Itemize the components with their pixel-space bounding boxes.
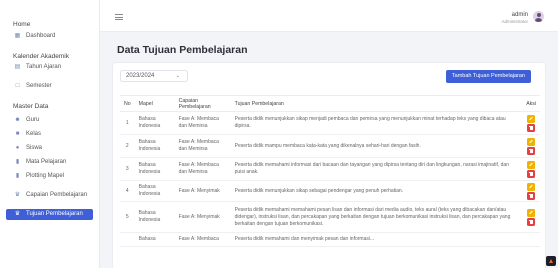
cell-tujuan: Peserta didik memahami memahami pesan li… [230, 201, 523, 233]
cell-mapel: Bahasa [134, 232, 175, 247]
cell-aksi [522, 232, 540, 247]
app-launcher-icon[interactable] [546, 256, 556, 266]
edit-icon[interactable] [527, 182, 536, 191]
cell-capaian: Fase A: Menyimak [174, 201, 231, 233]
grid-icon: ▦ [14, 33, 21, 39]
trash-icon[interactable] [527, 217, 536, 226]
edit-icon[interactable] [527, 137, 536, 146]
trash-icon[interactable] [527, 169, 536, 178]
sidebar-item-guru[interactable]: ☻ Guru [0, 116, 99, 125]
book-icon: ▮ [15, 173, 20, 179]
cell-no: 1 [120, 111, 135, 135]
sidebar-item-mata-pelajaran[interactable]: ▮ Mata Pelajaran [0, 158, 99, 167]
cell-capaian: Fase A: Membaca dan Memirsa [174, 134, 231, 158]
cell-no: 4 [120, 180, 135, 202]
cell-aksi [522, 180, 540, 202]
cell-mapel: Bahasa Indonesia [134, 111, 175, 135]
table-header-row: No Mapel Capaian Pembelajaran Tujuan Pem… [120, 95, 540, 112]
sidebar-section-master: Master Data [13, 103, 49, 110]
table-row: 2 Bahasa Indonesia Fase A: Membaca dan M… [120, 134, 540, 158]
person-icon: ☻ [14, 117, 21, 123]
calendar-check-icon: □ [15, 83, 20, 89]
cell-mapel: Bahasa Indonesia [134, 134, 175, 158]
cell-tujuan: Peserta didik memahami dan menyimak pesa… [230, 232, 523, 247]
page-title: Data Tujuan Pembelajaran [117, 44, 248, 56]
trophy-icon: ♛ [14, 211, 21, 217]
cell-mapel: Bahasa Indonesia [134, 157, 175, 181]
cell-no [120, 232, 135, 247]
sidebar-item-plotting-mapel[interactable]: ▮ Plotting Mapel [0, 172, 99, 181]
cell-tujuan: Peserta didik memahami informasi dari ba… [230, 157, 523, 181]
chevron-down-icon: ⌄ [175, 73, 180, 79]
edit-icon[interactable] [527, 208, 536, 217]
avatar[interactable] [533, 11, 544, 22]
content-card: 2023/2024 ⌄ Tambah Tujuan Pembelajaran N… [112, 62, 546, 268]
header-tujuan: Tujuan Pembelajaran [230, 95, 523, 112]
cell-no: 2 [120, 134, 135, 158]
sidebar-item-tahun-ajaran[interactable]: ▤ Tahun Ajaran [0, 63, 99, 72]
sidebar-item-kelas[interactable]: ■ Kelas [0, 130, 99, 139]
sidebar-item-semester[interactable]: □ Semester [0, 82, 99, 91]
add-tujuan-button[interactable]: Tambah Tujuan Pembelajaran [445, 70, 531, 83]
header-aksi: Aksi [522, 95, 540, 112]
trophy-icon: ♛ [14, 192, 21, 198]
cell-capaian: Fase A: Membaca dan Memirsa [174, 111, 231, 135]
sidebar: Home ▦ Dashboard Kalender Akademik ▤ Tahun… [0, 0, 100, 268]
sidebar-section-kalender: Kalender Akademik [13, 53, 70, 60]
classroom-icon: ■ [15, 131, 20, 137]
cell-capaian: Fase A: Membaca [174, 232, 231, 247]
cell-aksi [522, 134, 540, 158]
edit-icon[interactable] [527, 160, 536, 169]
year-select-value: 2023/2024 [126, 73, 155, 79]
cell-tujuan: Peserta didik menunjukkan sikap menjadi … [230, 111, 523, 135]
cell-aksi [522, 111, 540, 135]
table-row: 3 Bahasa Indonesia Fase A: Membaca dan M… [120, 157, 540, 181]
sidebar-section-home: Home [13, 21, 31, 28]
people-icon: ● [15, 145, 20, 151]
cell-tujuan: Peserta didik mampu membaca kata-kata ya… [230, 134, 523, 158]
cell-no: 3 [120, 157, 135, 181]
sidebar-item-capaian-pembelajaran[interactable]: ♛ Capaian Pembelajaran [0, 191, 99, 200]
table-row: Bahasa Fase A: Membaca Peserta didik mem… [120, 232, 540, 247]
top-bar: admin Administrator [100, 0, 558, 32]
user-name: admin [511, 12, 528, 18]
cell-mapel: Bahasa Indonesia [134, 201, 175, 233]
cell-capaian: Fase A: Membaca dan Memirsa [174, 157, 231, 181]
header-mapel: Mapel [134, 95, 175, 112]
calendar-icon: ▤ [14, 64, 21, 70]
cell-aksi [522, 201, 540, 233]
table-row: 4 Bahasa Indonesia Fase A: Menyimak Pese… [120, 180, 540, 202]
cell-aksi [522, 157, 540, 181]
header-no: No [120, 95, 135, 112]
sidebar-item-siswa[interactable]: ● Siswa [0, 144, 99, 153]
sidebar-item-dashboard[interactable]: ▦ Dashboard [0, 32, 99, 41]
user-info[interactable]: admin Administrator [501, 12, 528, 24]
cell-tujuan: Peserta didik menunjukkan sikap sebagai … [230, 180, 523, 202]
cell-capaian: Fase A: Menyimak [174, 180, 231, 202]
table-row: 5 Bahasa Indonesia Fase A: Menyimak Pese… [120, 201, 540, 233]
trash-icon[interactable] [527, 123, 536, 132]
trash-icon[interactable] [527, 191, 536, 200]
book-icon: ▮ [15, 159, 20, 165]
edit-icon[interactable] [527, 114, 536, 123]
cell-no: 5 [120, 201, 135, 233]
year-select[interactable]: 2023/2024 ⌄ [120, 70, 188, 82]
user-role: Administrator [501, 19, 528, 24]
cell-mapel: Bahasa Indonesia [134, 180, 175, 202]
hamburger-menu-icon[interactable] [115, 14, 123, 20]
header-capaian: Capaian Pembelajaran [174, 95, 231, 112]
table-row: 1 Bahasa Indonesia Fase A: Membaca dan M… [120, 111, 540, 135]
data-table: No Mapel Capaian Pembelajaran Tujuan Pem… [120, 95, 540, 247]
sidebar-item-tujuan-pembelajaran[interactable]: ♛ Tujuan Pembelajaran [6, 209, 93, 220]
trash-icon[interactable] [527, 146, 536, 155]
